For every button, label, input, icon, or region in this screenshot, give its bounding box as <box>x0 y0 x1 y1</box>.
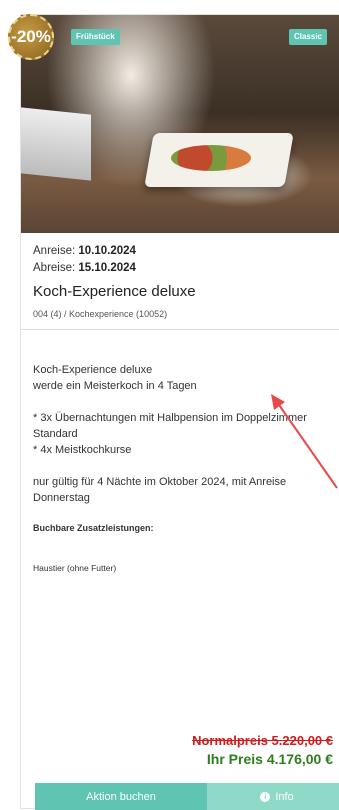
action-bar: Aktion buchen i Info <box>35 783 339 810</box>
book-offer-button[interactable]: Aktion buchen <box>35 783 207 810</box>
tag-classic: Classic <box>288 29 327 45</box>
offer-image: Frühstück Classic <box>21 15 339 233</box>
cutting-board <box>21 107 91 181</box>
price-block: Normalpreis 5.220,00 € Ihr Preis 4.176,0… <box>192 733 333 767</box>
old-price: Normalpreis 5.220,00 € <box>192 733 333 748</box>
offer-title: Koch-Experience deluxe <box>33 283 196 300</box>
extras-title: Buchbare Zusatzleistungen: <box>33 523 154 533</box>
new-price: Ihr Preis 4.176,00 € <box>206 751 333 767</box>
info-button[interactable]: i Info <box>207 783 339 810</box>
arrival-row: Anreise: 10.10.2024 <box>33 243 327 260</box>
tag-breakfast: Frühstück <box>71 29 120 45</box>
discount-badge: -20% <box>8 14 54 60</box>
annotation-arrow-icon <box>271 394 338 489</box>
arrival-date: 10.10.2024 <box>78 245 136 257</box>
food <box>171 145 251 171</box>
departure-row: Abreise: 15.10.2024 <box>33 260 327 277</box>
info-circle-icon: i <box>260 791 271 802</box>
offer-code: 004 (4) / Kochexperience (10052) <box>21 300 339 330</box>
info-button-label: Info <box>275 790 294 803</box>
extras-item: Haustier (ohne Futter) <box>33 563 117 573</box>
offer-description: Koch-Experience deluxe werde ein Meister… <box>21 330 339 692</box>
departure-label: Abreise: <box>33 262 76 274</box>
departure-date: 15.10.2024 <box>78 262 136 274</box>
dates-block: Anreise: 10.10.2024 Abreise: 15.10.2024 <box>21 233 339 277</box>
arrival-label: Anreise: <box>33 245 76 257</box>
